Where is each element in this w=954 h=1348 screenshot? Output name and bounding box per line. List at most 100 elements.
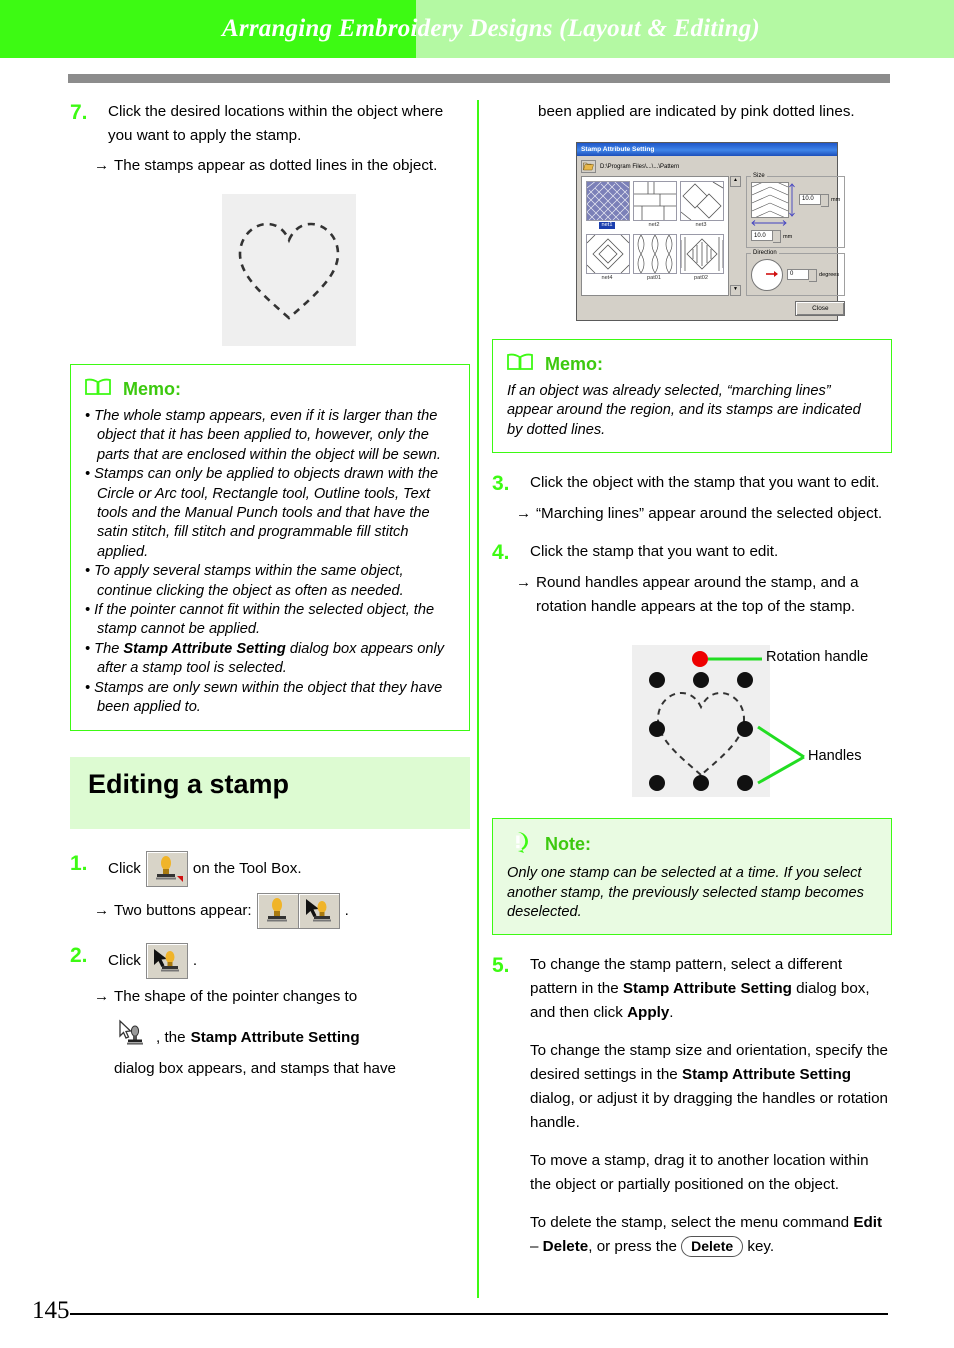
stamp-tool-button-icon[interactable] [145,850,188,887]
step-4-result: → Round handles appear around the stamp,… [516,571,892,619]
pattern-swatch-net4[interactable] [586,234,630,274]
arrow-icon: → [516,574,532,592]
direction-spin-arrows[interactable] [809,268,817,282]
step-2-number: 2. [70,943,88,967]
step-5-p4-a: To delete the stamp, select the menu com… [530,1214,854,1232]
step-5-paragraph-4: To delete the stamp, select the menu com… [530,1211,892,1259]
scroll-down-icon[interactable]: ▼ [730,285,741,296]
heart-stamp-figure [222,194,356,346]
close-button[interactable]: Close [795,301,846,316]
step-5-p1-bold: Stamp Attribute Setting [622,980,792,998]
step-5-paragraph-3: To move a stamp, drag it to another loca… [530,1152,869,1194]
pattern-list-pane[interactable]: net1 net2 net3 net4 pat01 pat02 [581,176,729,296]
step-5-p2-bold: Stamp Attribute Setting [681,1066,851,1084]
memo-bullet-list: The whole stamp appears, even if it is l… [85,407,455,718]
stamp-attribute-setting-dialog[interactable]: Stamp Attribute Setting D:\Program Files… [576,142,846,321]
step-4-result-text: Round handles appear around the stamp, a… [536,574,859,616]
step-1-result-after: . [344,901,349,919]
pattern-item[interactable]: net4 [586,234,630,282]
rotation-handle-label: Rotation handle [766,649,869,666]
memo-bold-term: Stamp Attribute Setting [123,640,286,657]
step-1-text: Click on the Tool Box. [108,850,470,887]
size-preview-swatch [751,182,789,218]
pattern-item[interactable]: pat01 [633,234,677,282]
step-7: 7. Click the desired locations within th… [70,100,470,148]
section-heading-label: Editing a stamp [88,768,290,799]
edit-stamp-tool-button-icon[interactable] [145,942,188,979]
pattern-item[interactable]: net2 [633,181,677,229]
pattern-swatch-pat01[interactable] [633,234,677,274]
step-5-p4-f: key. [743,1238,775,1256]
pattern-swatch-pat02[interactable] [680,234,724,274]
menu-edit-bold: Edit [853,1214,883,1232]
scroll-up-icon[interactable]: ▲ [730,176,741,187]
arrow-icon: → [94,157,110,174]
edit-stamp-tool-button-icon[interactable] [298,893,339,928]
section-heading-editing-a-stamp: Editing a stamp [70,756,470,829]
direction-dial[interactable] [751,259,783,291]
step-2-bold-term: Stamp Attribute Setting [190,1028,360,1046]
pattern-label-net4: net4 [601,275,613,281]
page-number: 145 [32,1297,70,1324]
size-height-stepper[interactable]: 10.0 [799,193,829,207]
book-icon [507,352,533,376]
pattern-item[interactable]: net3 [680,181,724,229]
memo-bullet: The whole stamp appears, even if it is l… [85,407,455,465]
pattern-swatch-net3[interactable] [680,181,724,221]
pointer-stamp-cursor-icon [114,1018,152,1057]
pattern-item[interactable]: pat02 [680,234,724,282]
step-2-text-before: Click [108,951,141,969]
exclamation-icon [507,831,533,858]
size-height-input[interactable]: 10.0 [799,193,821,205]
step-5-p4-c: – [530,1238,543,1256]
dialog-path-text: D:\Program Files\...\...\Pattern [600,163,680,170]
pattern-label-pat01: pat01 [647,275,661,281]
pattern-label-net1: net1 [598,222,616,229]
step-5-p1-e: . [669,1004,674,1022]
direction-unit: degrees [819,272,840,278]
step-5-apply-bold: Apply [627,1004,670,1022]
size-height-spin-arrows[interactable] [821,193,829,207]
delete-key-badge: Delete [681,1236,744,1258]
stamp-tool-button-pair[interactable] [256,892,340,929]
step-2: 2. Click . [70,942,470,979]
step-5-p4-e: , or press the [588,1238,682,1256]
right-column: been applied are indicated by pink dotte… [492,100,892,1259]
direction-input[interactable]: 0 [787,268,809,280]
size-width-spin-arrows[interactable] [773,230,781,243]
step-5-number: 5. [492,954,510,978]
step-2-text: Click . [108,942,470,979]
column-divider [477,100,479,1298]
pattern-swatch-net1[interactable] [586,181,630,221]
stamp-handles-figure: Rotation handle Handles [632,635,892,800]
arrow-icon: → [94,901,110,919]
folder-icon[interactable] [581,160,596,173]
step-2-text-after: . [192,951,198,969]
pattern-swatch-net2[interactable] [633,181,677,221]
memo-bullet: Stamps can only be applied to objects dr… [85,465,455,562]
step-3-number: 3. [492,472,510,496]
size-width-input[interactable]: 10.0 [751,230,773,241]
apply-stamp-tool-button-icon[interactable] [257,893,299,928]
step-3-result-text: “Marching lines” appear around the selec… [536,505,883,523]
step-7-result-text: The stamps appear as dotted lines in the… [114,157,438,174]
pattern-label-pat02: pat02 [694,275,708,281]
pattern-scrollbar[interactable]: ▲ ▼ [730,176,741,296]
size-height-unit: mm [831,197,841,203]
header-rule [68,74,890,83]
size-width-stepper[interactable]: 10.0 [751,230,781,243]
pattern-item[interactable]: net1 [586,181,630,229]
direction-stepper[interactable]: 0 [787,268,817,282]
dialog-title-bar: Stamp Attribute Setting [577,143,837,156]
step-1-result: → Two buttons appear: . [94,892,470,929]
note-label: Note: [545,834,591,855]
memo-label: Memo: [545,353,603,374]
step-7-text: Click the desired locations within the o… [108,103,444,144]
step-1-result-text: Two buttons appear: . [114,892,470,929]
dialog-footer: Close [746,301,846,316]
size-height-row: 10.0 mm [751,182,840,218]
dialog-path-row: D:\Program Files\...\...\Pattern [581,160,833,173]
menu-delete-bold: Delete [542,1238,589,1256]
width-arrow-row [751,220,840,228]
step-2-result-line2: , the Stamp Attribute Setting [114,1018,360,1057]
